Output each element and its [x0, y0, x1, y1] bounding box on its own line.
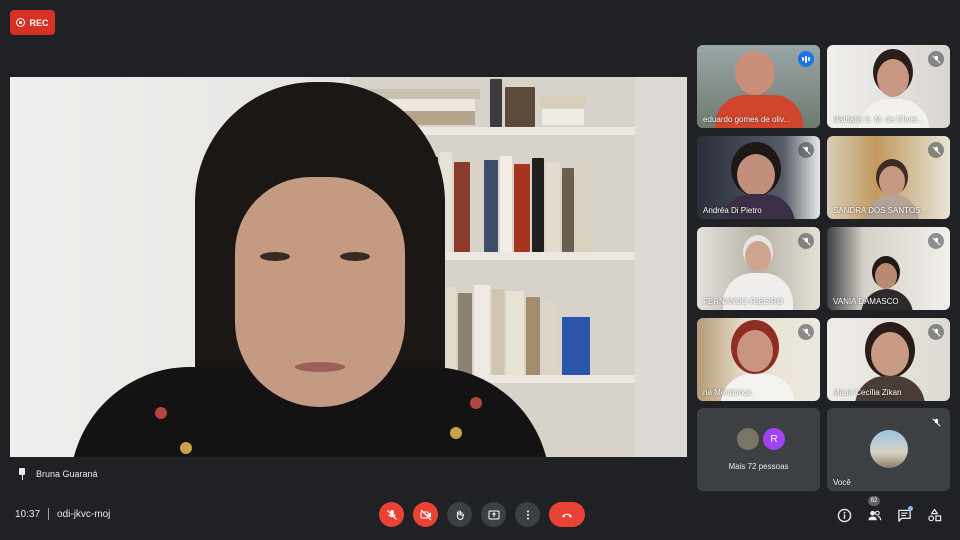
participant-tile[interactable]: ria Mendonça — [697, 318, 820, 401]
main-speaker-name: Bruna Guaraná — [36, 469, 98, 479]
activities-icon — [927, 508, 941, 521]
meeting-info: 10:37 odi-jkvc-moj — [15, 508, 110, 520]
mic-off-icon — [928, 142, 944, 158]
recording-indicator: REC — [10, 10, 55, 35]
participant-tile[interactable]: FERNANDO RIBEIRO — [697, 227, 820, 310]
meeting-details-button[interactable] — [836, 507, 852, 523]
participant-tile[interactable]: Maria Cecília Zikan — [827, 318, 950, 401]
hang-up-icon — [562, 513, 572, 517]
participant-name: Andréa Di Pietro — [703, 206, 762, 215]
info-icon — [837, 508, 851, 522]
present-icon — [488, 510, 499, 519]
avatar — [870, 430, 908, 468]
participant-tile[interactable]: VANIA DAMASCO — [827, 227, 950, 310]
people-count-badge: 82 — [868, 496, 880, 506]
participant-name: SANDRA DOS SANTOS ... — [833, 206, 930, 215]
mic-off-icon — [798, 233, 814, 249]
meeting-time: 10:37 — [15, 508, 41, 520]
participant-face — [235, 177, 405, 407]
present-screen-button[interactable] — [481, 502, 506, 527]
self-label: Você — [833, 478, 851, 487]
participant-avatar — [737, 428, 759, 450]
participant-tile[interactable]: SANDRA DOS SANTOS ... — [827, 136, 950, 219]
mic-off-icon — [386, 509, 397, 520]
mic-off-icon — [928, 414, 944, 430]
speaking-icon — [798, 51, 814, 67]
activities-button[interactable] — [926, 507, 942, 523]
mic-off-icon — [798, 142, 814, 158]
meeting-code[interactable]: odi-jkvc-moj — [57, 509, 110, 520]
hand-icon — [456, 510, 464, 520]
camera-toggle-button[interactable] — [413, 502, 438, 527]
unread-indicator — [908, 506, 913, 511]
participant-tile[interactable]: Andréa Di Pietro — [697, 136, 820, 219]
more-options-button[interactable] — [515, 502, 540, 527]
self-tile[interactable]: Você — [827, 408, 950, 491]
more-vert-icon — [526, 510, 529, 519]
chat-button[interactable] — [896, 506, 913, 523]
more-participants-label: Mais 72 pessoas — [728, 462, 789, 471]
more-participants-tile[interactable]: R Mais 72 pessoas — [697, 408, 820, 491]
raise-hand-button[interactable] — [447, 502, 472, 527]
camera-off-icon — [420, 509, 431, 520]
pin-icon[interactable] — [18, 468, 26, 480]
mic-off-icon — [928, 51, 944, 67]
participant-name: VANIA DAMASCO — [833, 297, 899, 306]
main-speaker-video[interactable] — [10, 77, 687, 457]
people-icon — [867, 510, 881, 520]
mic-toggle-button[interactable] — [379, 502, 404, 527]
participant-name: Maria Cecília Zikan — [833, 388, 902, 397]
participant-avatar: R — [763, 428, 785, 450]
people-button[interactable]: 82 — [866, 496, 882, 523]
participant-name: FERNANDO RIBEIRO — [703, 297, 784, 306]
mic-off-icon — [798, 324, 814, 340]
main-speaker-nameplate: Bruna Guaraná — [18, 468, 98, 480]
participant-name: Nathalia S. M. de Olivei... — [833, 115, 924, 124]
record-icon — [16, 18, 26, 27]
participant-tile[interactable]: eduardo gomes de oliv... — [697, 45, 820, 128]
meet-window: REC Bruna Guaraná eduardo gomes de oliv.… — [0, 0, 960, 540]
leave-call-button[interactable] — [549, 502, 585, 527]
participant-name: ria Mendonça — [703, 388, 752, 397]
call-controls — [379, 502, 585, 527]
side-panel-controls: 82 — [836, 496, 942, 523]
recording-label: REC — [29, 17, 49, 28]
mic-off-icon — [928, 233, 944, 249]
participant-tile[interactable]: Nathalia S. M. de Olivei... — [827, 45, 950, 128]
participant-name: eduardo gomes de oliv... — [703, 115, 791, 124]
mic-off-icon — [928, 324, 944, 340]
